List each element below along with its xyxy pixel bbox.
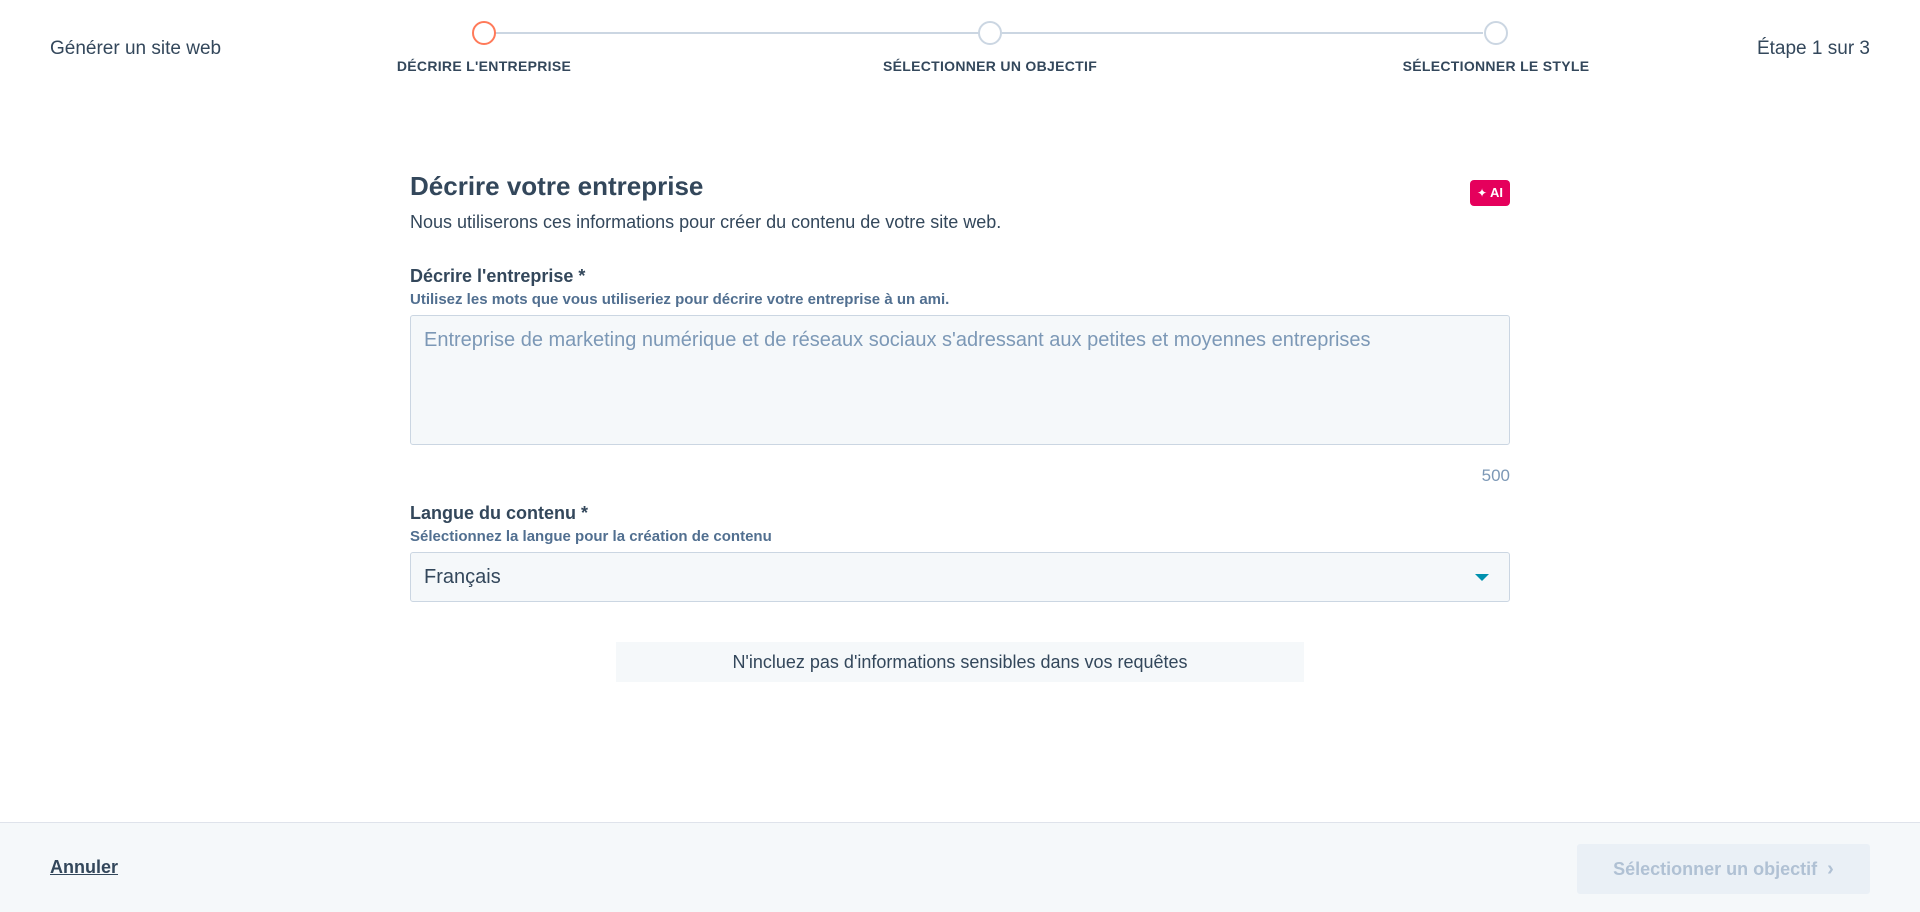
select-objective-button[interactable]: Sélectionner un objectif › xyxy=(1577,844,1870,894)
step-counter: Étape 1 sur 3 xyxy=(1756,38,1870,59)
description-help: Utilisez les mots que vous utiliseriez p… xyxy=(410,291,950,308)
language-label: Langue du contenu * xyxy=(410,503,588,523)
stepper-connector xyxy=(485,32,990,34)
next-button-label: Sélectionner un objectif xyxy=(1613,858,1818,879)
step-label: SÉLECTIONNER UN OBJECTIF xyxy=(882,58,1098,74)
step-label: DÉCRIRE L'ENTREPRISE xyxy=(396,58,572,74)
step-indicator-active xyxy=(472,21,496,45)
step-indicator xyxy=(1484,21,1508,45)
sensitive-info-notice: N'incluez pas d'informations sensibles d… xyxy=(616,642,1304,682)
language-select-value: Français xyxy=(424,566,501,588)
ai-badge: ✦ AI xyxy=(1469,180,1510,206)
ai-badge-label: AI xyxy=(1490,185,1503,200)
character-limit: 500 xyxy=(1481,466,1510,485)
step-label: SÉLECTIONNER LE STYLE xyxy=(1402,58,1590,74)
chevron-right-icon: › xyxy=(1827,858,1834,880)
wizard-footer: Annuler Sélectionner un objectif › xyxy=(0,822,1920,912)
cancel-link[interactable]: Annuler xyxy=(50,857,118,878)
description-label: Décrire l'entreprise * xyxy=(410,266,586,286)
stepper-connector xyxy=(1002,32,1483,34)
form-subtitle: Nous utiliserons ces informations pour c… xyxy=(410,212,1002,232)
language-select[interactable]: Français xyxy=(410,552,1510,602)
step-indicator xyxy=(978,21,1002,45)
language-help: Sélectionnez la langue pour la création … xyxy=(410,528,772,545)
website-generator-wizard: Générer un site web DÉCRIRE L'ENTREPRISE… xyxy=(0,0,1920,912)
sparkle-icon: ✦ xyxy=(1476,186,1487,200)
business-description-input[interactable] xyxy=(410,315,1510,445)
form-title: Décrire votre entreprise xyxy=(410,171,704,201)
app-title: Générer un site web xyxy=(50,38,222,59)
caret-down-icon xyxy=(1475,574,1489,581)
describe-business-form: Décrire votre entreprise ✦ AI Nous utili… xyxy=(410,170,1510,682)
wizard-header: Générer un site web DÉCRIRE L'ENTREPRISE… xyxy=(0,0,1920,100)
